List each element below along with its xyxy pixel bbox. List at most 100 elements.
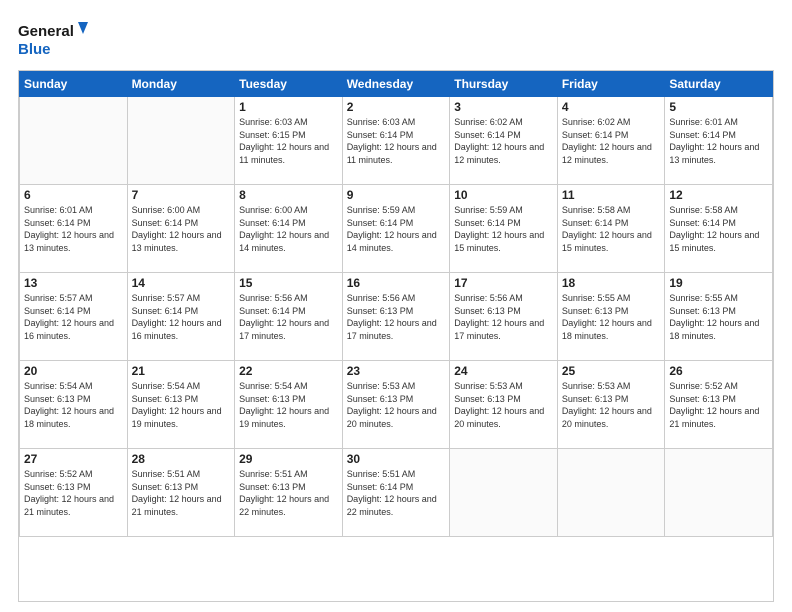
cell-3-4: 24 Sunrise: 5:53 AM Sunset: 6:13 PM Dayli…: [450, 361, 558, 449]
day-info: Sunrise: 6:03 AM Sunset: 6:14 PM Dayligh…: [347, 116, 446, 166]
cell-4-5: [557, 449, 665, 537]
day-info: Sunrise: 5:56 AM Sunset: 6:14 PM Dayligh…: [239, 292, 338, 342]
day-info: Sunrise: 5:52 AM Sunset: 6:13 PM Dayligh…: [24, 468, 123, 518]
cell-3-3: 23 Sunrise: 5:53 AM Sunset: 6:13 PM Dayli…: [342, 361, 450, 449]
day-info: Sunrise: 5:59 AM Sunset: 6:14 PM Dayligh…: [454, 204, 553, 254]
cell-2-0: 13Sunrise: 5:57 AM Sunset: 6:14 PM Dayli…: [20, 273, 128, 361]
day-number: 13: [24, 276, 123, 290]
day-info: Sunrise: 5:53 AM Sunset: 6:13 PM Dayligh…: [562, 380, 661, 430]
day-number: 14: [132, 276, 231, 290]
day-number: 12: [669, 188, 768, 202]
day-info: Sunrise: 6:03 AM Sunset: 6:15 PM Dayligh…: [239, 116, 338, 166]
cell-2-3: 16 Sunrise: 5:56 AM Sunset: 6:13 PM Dayli…: [342, 273, 450, 361]
header: General Blue: [18, 18, 774, 60]
day-info: Sunrise: 6:01 AM Sunset: 6:14 PM Dayligh…: [669, 116, 768, 166]
week-row-4: 20 Sunrise: 5:54 AM Sunset: 6:13 PM Dayli…: [20, 361, 773, 449]
day-info: Sunrise: 5:53 AM Sunset: 6:13 PM Dayligh…: [454, 380, 553, 430]
day-info: Sunrise: 5:56 AM Sunset: 6:13 PM Dayligh…: [454, 292, 553, 342]
day-number: 26: [669, 364, 768, 378]
cell-3-2: 22 Sunrise: 5:54 AM Sunset: 6:13 PM Dayli…: [235, 361, 343, 449]
day-info: Sunrise: 5:55 AM Sunset: 6:13 PM Dayligh…: [562, 292, 661, 342]
cell-0-5: 4 Sunrise: 6:02 AM Sunset: 6:14 PM Daylig…: [557, 97, 665, 185]
day-info: Sunrise: 5:53 AM Sunset: 6:13 PM Dayligh…: [347, 380, 446, 430]
cell-1-0: 6Sunrise: 6:01 AM Sunset: 6:14 PM Daylig…: [20, 185, 128, 273]
day-number: 29: [239, 452, 338, 466]
col-header-saturday: Saturday: [665, 72, 773, 97]
day-number: 23: [347, 364, 446, 378]
day-info: Sunrise: 5:58 AM Sunset: 6:14 PM Dayligh…: [562, 204, 661, 254]
cell-4-2: 29 Sunrise: 5:51 AM Sunset: 6:13 PM Dayli…: [235, 449, 343, 537]
cell-4-4: [450, 449, 558, 537]
cell-0-6: 5 Sunrise: 6:01 AM Sunset: 6:14 PM Daylig…: [665, 97, 773, 185]
cell-2-4: 17Sunrise: 5:56 AM Sunset: 6:13 PM Dayli…: [450, 273, 558, 361]
cell-2-5: 18 Sunrise: 5:55 AM Sunset: 6:13 PM Dayli…: [557, 273, 665, 361]
day-of-week-header: SundayMondayTuesdayWednesdayThursdayFrid…: [20, 72, 773, 97]
day-number: 1: [239, 100, 338, 114]
day-info: Sunrise: 6:01 AM Sunset: 6:14 PM Dayligh…: [24, 204, 123, 254]
day-info: Sunrise: 5:54 AM Sunset: 6:13 PM Dayligh…: [24, 380, 123, 430]
calendar: SundayMondayTuesdayWednesdayThursdayFrid…: [18, 70, 774, 602]
day-info: Sunrise: 5:51 AM Sunset: 6:13 PM Dayligh…: [132, 468, 231, 518]
col-header-sunday: Sunday: [20, 72, 128, 97]
day-number: 30: [347, 452, 446, 466]
day-info: Sunrise: 5:51 AM Sunset: 6:13 PM Dayligh…: [239, 468, 338, 518]
day-info: Sunrise: 5:57 AM Sunset: 6:14 PM Dayligh…: [132, 292, 231, 342]
cell-3-0: 20 Sunrise: 5:54 AM Sunset: 6:13 PM Dayli…: [20, 361, 128, 449]
day-info: Sunrise: 5:51 AM Sunset: 6:14 PM Dayligh…: [347, 468, 446, 518]
cell-0-2: 1 Sunrise: 6:03 AM Sunset: 6:15 PM Daylig…: [235, 97, 343, 185]
cell-1-6: 12Sunrise: 5:58 AM Sunset: 6:14 PM Dayli…: [665, 185, 773, 273]
day-number: 19: [669, 276, 768, 290]
cell-3-6: 26 Sunrise: 5:52 AM Sunset: 6:13 PM Dayli…: [665, 361, 773, 449]
cell-0-3: 2Sunrise: 6:03 AM Sunset: 6:14 PM Daylig…: [342, 97, 450, 185]
logo-svg: General Blue: [18, 18, 88, 60]
day-number: 20: [24, 364, 123, 378]
day-info: Sunrise: 5:54 AM Sunset: 6:13 PM Dayligh…: [239, 380, 338, 430]
col-header-friday: Friday: [557, 72, 665, 97]
day-number: 21: [132, 364, 231, 378]
cell-4-0: 27 Sunrise: 5:52 AM Sunset: 6:13 PM Dayli…: [20, 449, 128, 537]
cell-0-0: [20, 97, 128, 185]
day-number: 8: [239, 188, 338, 202]
day-info: Sunrise: 5:56 AM Sunset: 6:13 PM Dayligh…: [347, 292, 446, 342]
svg-text:Blue: Blue: [18, 41, 51, 58]
logo: General Blue: [18, 18, 88, 60]
cell-3-1: 21 Sunrise: 5:54 AM Sunset: 6:13 PM Dayli…: [127, 361, 235, 449]
day-number: 27: [24, 452, 123, 466]
page: General Blue SundayMondayTuesdayWednesda…: [0, 0, 792, 612]
day-info: Sunrise: 5:55 AM Sunset: 6:13 PM Dayligh…: [669, 292, 768, 342]
day-info: Sunrise: 5:52 AM Sunset: 6:13 PM Dayligh…: [669, 380, 768, 430]
cell-0-4: 3Sunrise: 6:02 AM Sunset: 6:14 PM Daylig…: [450, 97, 558, 185]
day-number: 16: [347, 276, 446, 290]
svg-text:General: General: [18, 23, 74, 40]
week-row-3: 13 Sunrise: 5:57 AM Sunset: 6:14 PM Dayli…: [20, 273, 773, 361]
cell-0-1: [127, 97, 235, 185]
day-info: Sunrise: 6:00 AM Sunset: 6:14 PM Dayligh…: [239, 204, 338, 254]
cell-1-5: 11Sunrise: 5:58 AM Sunset: 6:14 PM Dayli…: [557, 185, 665, 273]
day-info: Sunrise: 6:00 AM Sunset: 6:14 PM Dayligh…: [132, 204, 231, 254]
day-info: Sunrise: 6:02 AM Sunset: 6:14 PM Dayligh…: [454, 116, 553, 166]
col-header-tuesday: Tuesday: [235, 72, 343, 97]
col-header-wednesday: Wednesday: [342, 72, 450, 97]
cell-2-6: 19 Sunrise: 5:55 AM Sunset: 6:13 PM Dayli…: [665, 273, 773, 361]
cell-1-4: 10Sunrise: 5:59 AM Sunset: 6:14 PM Dayli…: [450, 185, 558, 273]
day-number: 5: [669, 100, 768, 114]
week-row-1: 1 Sunrise: 6:03 AM Sunset: 6:15 PM Daylig…: [20, 97, 773, 185]
week-row-2: 6Sunrise: 6:01 AM Sunset: 6:14 PM Daylig…: [20, 185, 773, 273]
calendar-body: 1 Sunrise: 6:03 AM Sunset: 6:15 PM Daylig…: [20, 97, 773, 537]
day-number: 4: [562, 100, 661, 114]
day-number: 28: [132, 452, 231, 466]
col-header-thursday: Thursday: [450, 72, 558, 97]
day-number: 25: [562, 364, 661, 378]
cell-1-1: 7Sunrise: 6:00 AM Sunset: 6:14 PM Daylig…: [127, 185, 235, 273]
cell-4-6: [665, 449, 773, 537]
cell-2-1: 14 Sunrise: 5:57 AM Sunset: 6:14 PM Dayli…: [127, 273, 235, 361]
day-info: Sunrise: 6:02 AM Sunset: 6:14 PM Dayligh…: [562, 116, 661, 166]
week-row-5: 27 Sunrise: 5:52 AM Sunset: 6:13 PM Dayli…: [20, 449, 773, 537]
day-number: 18: [562, 276, 661, 290]
day-number: 24: [454, 364, 553, 378]
cell-4-3: 30 Sunrise: 5:51 AM Sunset: 6:14 PM Dayli…: [342, 449, 450, 537]
cell-4-1: 28 Sunrise: 5:51 AM Sunset: 6:13 PM Dayli…: [127, 449, 235, 537]
day-info: Sunrise: 5:54 AM Sunset: 6:13 PM Dayligh…: [132, 380, 231, 430]
cell-3-5: 25 Sunrise: 5:53 AM Sunset: 6:13 PM Dayli…: [557, 361, 665, 449]
day-number: 22: [239, 364, 338, 378]
